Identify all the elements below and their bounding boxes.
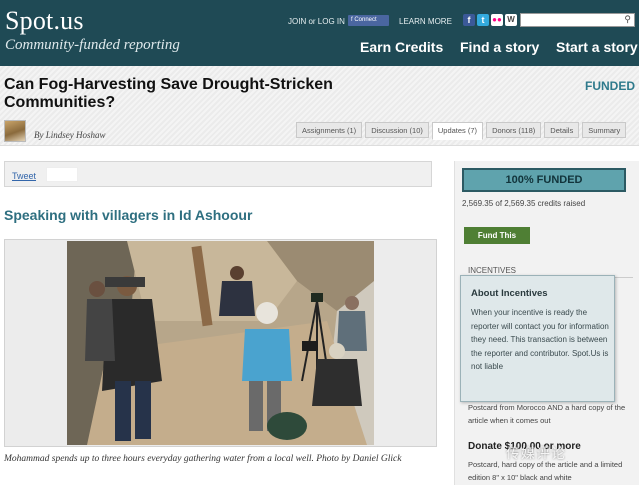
funded-status: FUNDED	[585, 79, 635, 93]
facebook-connect-button[interactable]: f Connect	[348, 15, 389, 26]
tweet-count-box	[46, 167, 78, 182]
search-input[interactable]: ⚲	[520, 13, 635, 27]
funding-progress-bar: 100% FUNDED	[462, 168, 626, 192]
site-logo[interactable]: Spot.us	[5, 6, 84, 36]
twitter-icon[interactable]: t	[477, 14, 489, 26]
tab-details[interactable]: Details	[544, 122, 580, 138]
update-title: Speaking with villagers in Id Ashoour	[4, 207, 253, 223]
watermark-text: 传媒评论	[506, 445, 566, 461]
tab-summary[interactable]: Summary	[582, 122, 627, 138]
tooltip-title: About Incentives	[471, 288, 548, 299]
tab-donors[interactable]: Donors (118)	[486, 122, 542, 138]
wordpress-icon[interactable]: W	[505, 14, 517, 26]
incentive-description: Postcard from Morocco AND a hard copy of…	[468, 403, 626, 425]
update-photo	[67, 241, 374, 445]
update-photo-frame	[4, 239, 437, 447]
join-login-link[interactable]: JOIN or LOG IN	[288, 17, 345, 26]
incentives-label: INCENTIVES	[468, 266, 517, 275]
story-tabs: Assignments (1) Discussion (10) Updates …	[296, 122, 627, 140]
facebook-icon[interactable]: f	[463, 14, 475, 26]
site-tagline: Community-funded reporting	[5, 37, 180, 53]
funding-sidebar: 100% FUNDED 2,569.35 of 2,569.35 credits…	[454, 161, 639, 485]
learn-more-link[interactable]: LEARN MORE	[399, 17, 452, 26]
tab-updates[interactable]: Updates (7)	[431, 122, 484, 140]
nav-find-story[interactable]: Find a story	[460, 39, 539, 55]
tab-discussion[interactable]: Discussion (10)	[365, 122, 429, 138]
reporter-avatar[interactable]	[4, 120, 26, 142]
tooltip-text: When your incentive is ready the reporte…	[471, 308, 609, 371]
site-header: Spot.us Community-funded reporting JOIN …	[0, 0, 639, 66]
fund-this-button[interactable]: Fund This	[464, 227, 530, 244]
photo-caption: Mohammad spends up to three hours everyd…	[4, 454, 402, 464]
search-icon[interactable]: ⚲	[624, 14, 631, 25]
nav-earn-credits[interactable]: Earn Credits	[360, 39, 443, 55]
tweet-link[interactable]: Tweet	[12, 171, 36, 181]
tab-assignments[interactable]: Assignments (1)	[296, 122, 363, 138]
flickr-icon[interactable]: ●●	[491, 14, 503, 26]
reporter-byline[interactable]: By Lindsey Hoshaw	[34, 130, 106, 140]
story-header: Can Fog-Harvesting Save Drought-Stricken…	[0, 66, 639, 146]
story-title: Can Fog-Harvesting Save Drought-Stricken…	[4, 76, 333, 111]
credits-raised-text: 2,569.35 of 2,569.35 credits raised	[462, 199, 586, 208]
incentives-tooltip: About Incentives When your incentive is …	[460, 275, 615, 402]
nav-start-story[interactable]: Start a story	[556, 39, 638, 55]
share-bar: Tweet	[4, 161, 432, 187]
